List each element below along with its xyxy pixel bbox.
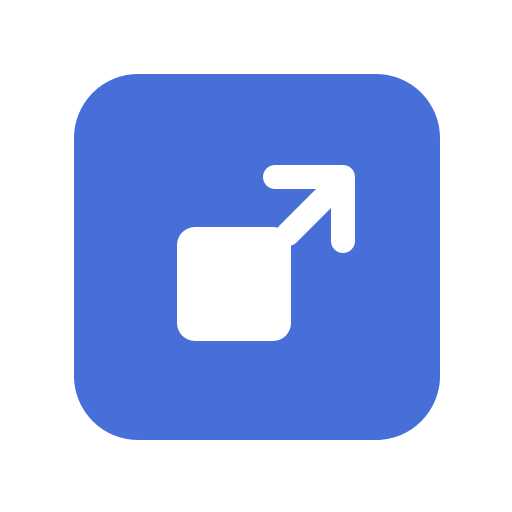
open-external-icon [177,165,355,341]
icon-canvas [0,0,512,512]
app-icon-tile[interactable] [74,74,440,440]
box-shape [177,227,291,341]
